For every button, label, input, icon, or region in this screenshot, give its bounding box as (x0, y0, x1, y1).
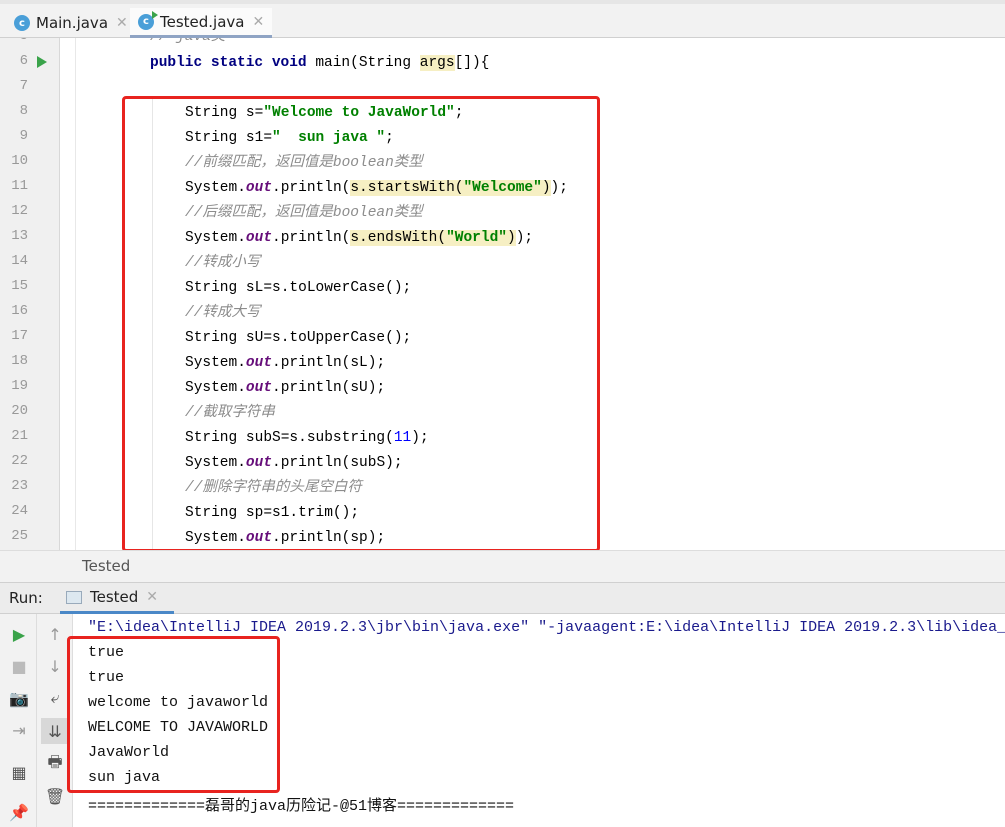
console-command-line: "E:\idea\IntelliJ IDEA 2019.2.3\jbr\bin\… (88, 619, 1005, 636)
run-toolbar: ▶ ■ 📷 ⇥ ▦ 📌 (0, 614, 37, 827)
code-token: []){ (454, 55, 490, 71)
down-arrow-icon[interactable]: ↓ (44, 655, 66, 677)
class-icon: c (14, 15, 30, 31)
console-footer-line: =============磊哥的java历险记-@51博客===========… (88, 798, 515, 815)
runnable-class-icon: c (138, 10, 158, 30)
line-number: 16 (11, 303, 28, 319)
rerun-icon[interactable]: ▶ (8, 623, 30, 645)
tab-main-java[interactable]: c Main.java ✕ (6, 8, 136, 38)
line-number: 7 (19, 78, 28, 94)
line-number: 9 (19, 128, 28, 144)
exit-icon[interactable]: ⇥ (8, 719, 30, 741)
soft-wrap-icon[interactable]: ⤶ (44, 687, 66, 709)
line-number: 25 (11, 528, 28, 544)
line-number: 21 (11, 428, 28, 444)
line-number: 14 (11, 253, 28, 269)
tab-label: Main.java (36, 14, 109, 32)
line-number: 20 (11, 403, 28, 419)
camera-icon[interactable]: 📷 (8, 687, 30, 709)
line-number: 12 (11, 203, 28, 219)
line-number: 24 (11, 503, 28, 519)
line-number: 13 (11, 228, 28, 244)
run-tab-label: Tested (90, 588, 139, 606)
run-tool-header: Run: Tested ✕ (0, 582, 1005, 614)
close-icon[interactable]: ✕ (146, 589, 158, 605)
editor-tab-bar: c Main.java ✕ c Tested.java ✕ (0, 0, 1005, 38)
fold-gutter (60, 38, 76, 550)
tab-tested-java[interactable]: c Tested.java ✕ (130, 8, 273, 38)
code-token: args (419, 55, 455, 71)
line-number: 10 (11, 153, 28, 169)
line-number: 17 (11, 328, 28, 344)
code-editor[interactable]: 5 // java类 6 public static void main(String… (0, 38, 1005, 550)
run-console[interactable]: ▶ ■ 📷 ⇥ ▦ 📌 ↑ ↓ ⤶ ⇊ 🖶 🗑 "E:\idea\Intelli… (0, 614, 1005, 827)
line-number: 15 (11, 278, 28, 294)
run-main-icon[interactable] (37, 56, 47, 68)
code-token: main(String (315, 55, 420, 71)
line-number: 11 (11, 178, 28, 194)
trash-icon[interactable]: 🗑 (44, 785, 66, 807)
line-number: 19 (11, 378, 28, 394)
line-number: 22 (11, 453, 28, 469)
highlight-box-code (122, 96, 600, 550)
line-number: 8 (19, 103, 28, 119)
line-number: 6 (19, 53, 28, 69)
console-icon (66, 590, 82, 604)
scroll-to-end-icon[interactable]: ⇊ (41, 718, 69, 744)
breadcrumb-item[interactable]: Tested (82, 557, 130, 575)
run-label: Run: (9, 589, 43, 607)
breadcrumb: Tested (0, 550, 1005, 582)
line-number: 18 (11, 353, 28, 369)
close-icon[interactable]: ✕ (253, 14, 265, 30)
highlight-box-output (67, 636, 280, 793)
layout-icon[interactable]: ▦ (8, 761, 30, 783)
pin-icon[interactable]: 📌 (8, 801, 30, 823)
stop-icon[interactable]: ■ (8, 655, 30, 677)
line-number: 23 (11, 478, 28, 494)
line-number: 5 (0, 38, 28, 44)
print-icon[interactable]: 🖶 (44, 752, 66, 775)
run-tab-tested[interactable]: Tested ✕ (60, 583, 174, 614)
code-token: public static void (150, 55, 316, 71)
close-icon[interactable]: ✕ (116, 15, 128, 31)
code-line: public static void main(String args[]){ (150, 52, 489, 74)
up-arrow-icon[interactable]: ↑ (44, 623, 66, 645)
code-line: // java类 (150, 38, 225, 48)
tab-label: Tested.java (160, 12, 245, 31)
